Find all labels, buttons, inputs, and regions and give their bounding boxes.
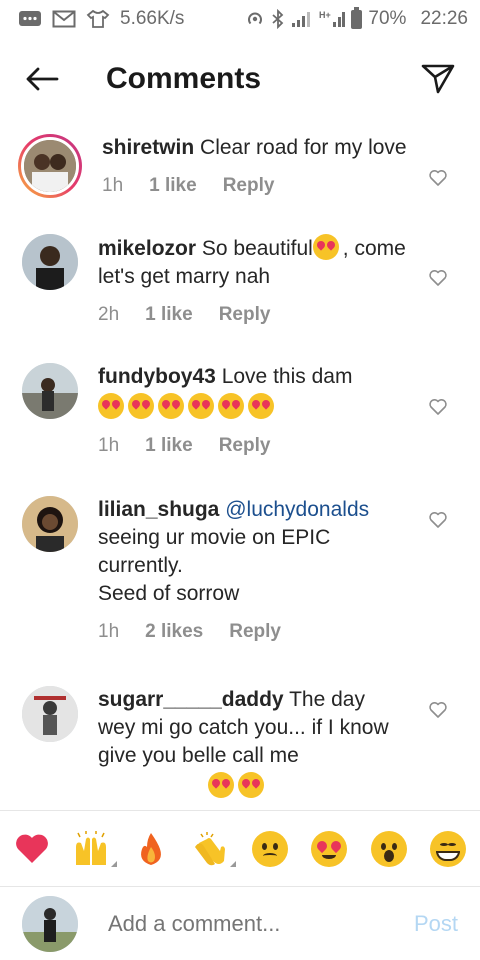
message-icon (18, 9, 42, 29)
comment-item: fundyboy43 Love this dam 1h 1 like Reply (0, 363, 480, 460)
heart-eyes-reaction-button[interactable] (309, 829, 349, 869)
grinning-face-icon (429, 830, 466, 867)
heart-eyes-emoji-icon (98, 393, 124, 419)
comment-likes[interactable]: 1 like (145, 432, 193, 460)
comment-item: mikelozor So beautiful, come let's get m… (0, 234, 480, 329)
heart-eyes-emoji-icon (128, 393, 154, 419)
comment-text: seeing ur movie on EPIC currently. (98, 526, 331, 577)
network-speed: 5.66K/s (120, 8, 185, 29)
comment-text: Love this dam (221, 365, 353, 388)
comment-likes[interactable]: 1 like (145, 301, 193, 329)
paper-plane-icon (421, 64, 455, 94)
comment-username[interactable]: shiretwin (102, 136, 194, 159)
heart-eyes-emoji-icon (208, 772, 234, 798)
heart-eyes-emoji-icon (158, 393, 184, 419)
gmail-icon (52, 9, 76, 29)
clock: 22:26 (420, 8, 468, 29)
mobile-data-icon: H+ (319, 9, 346, 29)
surprised-face-reaction-button[interactable] (369, 829, 409, 869)
battery-icon (351, 6, 363, 29)
fire-reaction-button[interactable] (131, 829, 171, 869)
clapping-hands-icon (195, 831, 226, 865)
heart-eyes-emoji-icon (218, 393, 244, 419)
reply-button[interactable]: Reply (223, 172, 275, 200)
like-heart-icon[interactable] (428, 168, 448, 188)
heart-eyes-emoji-icon (188, 393, 214, 419)
comment-input[interactable] (108, 910, 404, 937)
comment-item: shiretwin Clear road for my love 1h 1 li… (0, 134, 480, 200)
heart-icon (16, 834, 48, 863)
raised-hands-reaction-button[interactable] (71, 829, 118, 869)
quick-reaction-bar (0, 810, 480, 886)
comment-time: 1h (102, 175, 124, 196)
shirt-icon (86, 9, 110, 29)
post-button[interactable]: Post (414, 911, 458, 937)
comment-time: 1h (98, 435, 120, 456)
comment-item: sugarr_____daddy The day wey mi go catch… (0, 686, 480, 801)
emoji-row (208, 772, 408, 801)
comment-likes[interactable]: 2 likes (145, 618, 203, 646)
bluetooth-icon (271, 9, 285, 29)
hotspot-icon (245, 9, 265, 29)
reply-button[interactable]: Reply (229, 618, 281, 646)
heart-eyes-emoji-icon (248, 393, 274, 419)
comments-header: Comments (0, 38, 480, 120)
share-button[interactable] (418, 59, 458, 99)
page-title: Comments (106, 62, 262, 95)
like-heart-icon[interactable] (428, 700, 448, 720)
reply-button[interactable]: Reply (219, 432, 271, 460)
comment-composer: Post (0, 886, 480, 960)
heart-eyes-emoji-icon (312, 234, 339, 260)
raised-hands-icon (76, 830, 107, 865)
comment-text-line2: Seed of sorrow (98, 582, 240, 605)
sad-face-icon (251, 830, 288, 867)
mention-link[interactable]: @luchydonalds (225, 498, 369, 521)
fire-icon (140, 832, 161, 865)
avatar[interactable] (22, 496, 78, 552)
status-bar: 5.66K/s H+ 70% 22:26 (0, 0, 480, 38)
comments-list: shiretwin Clear road for my love 1h 1 li… (0, 120, 480, 810)
like-heart-icon[interactable] (428, 268, 448, 288)
comment-time: 1h (98, 621, 120, 642)
comment-text: Clear road for my love (200, 136, 407, 159)
heart-eyes-emoji-icon (238, 772, 264, 798)
surprised-face-icon (370, 830, 407, 867)
emoji-row (98, 393, 408, 422)
comment-item: lilian_shuga @luchydonalds seeing ur mov… (0, 496, 480, 646)
comment-username[interactable]: fundyboy43 (98, 365, 216, 388)
avatar[interactable] (22, 686, 78, 742)
clapping-hands-reaction-button[interactable] (190, 829, 237, 869)
comment-time: 2h (98, 304, 120, 325)
avatar[interactable] (22, 234, 78, 290)
signal-icon (291, 10, 313, 28)
comment-username[interactable]: mikelozor (98, 237, 196, 260)
avatar (22, 895, 78, 952)
like-heart-icon[interactable] (428, 397, 448, 417)
comment-username[interactable]: sugarr_____daddy (98, 688, 284, 711)
back-button[interactable] (22, 59, 62, 99)
comment-username[interactable]: lilian_shuga (98, 498, 219, 521)
battery-level: 70% (368, 8, 407, 29)
grinning-face-reaction-button[interactable] (428, 829, 468, 869)
avatar[interactable] (18, 134, 82, 198)
avatar[interactable] (22, 363, 78, 419)
like-heart-icon[interactable] (428, 510, 448, 530)
sad-face-reaction-button[interactable] (250, 829, 290, 869)
comment-text: So beautiful (201, 237, 313, 260)
svg-text:H+: H+ (319, 10, 331, 20)
reply-button[interactable]: Reply (219, 301, 271, 329)
heart-reaction-button[interactable] (12, 829, 52, 869)
comment-likes[interactable]: 1 like (149, 172, 197, 200)
heart-eyes-face-icon (311, 830, 348, 867)
arrow-left-icon (26, 67, 59, 91)
